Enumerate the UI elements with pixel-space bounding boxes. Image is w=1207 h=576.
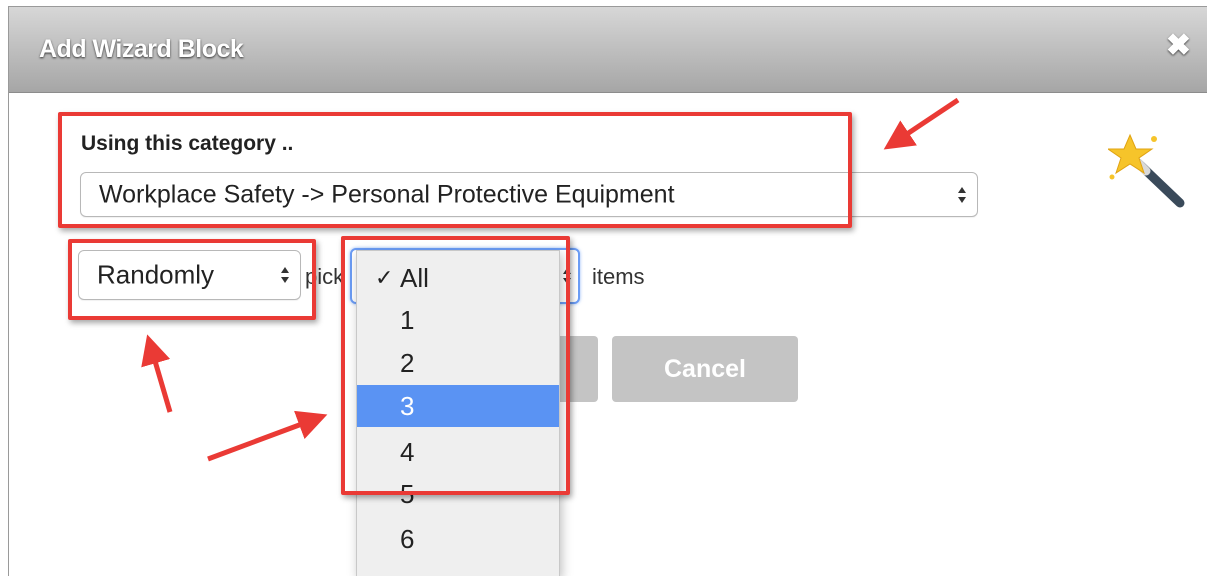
dropdown-option-label: 6 bbox=[400, 524, 415, 554]
dialog-title: Add Wizard Block bbox=[39, 35, 244, 63]
annotation-box-category bbox=[58, 112, 852, 228]
cancel-button[interactable]: Cancel bbox=[612, 336, 798, 402]
dropdown-option-6[interactable]: 6 bbox=[357, 518, 559, 560]
items-label: items bbox=[592, 264, 645, 289]
up-down-arrows-icon bbox=[958, 186, 966, 203]
annotation-box-count bbox=[341, 236, 570, 495]
annotation-box-mode bbox=[68, 239, 316, 320]
dialog-titlebar[interactable]: Add Wizard Block ✖ bbox=[9, 7, 1207, 93]
close-icon[interactable]: ✖ bbox=[1166, 31, 1191, 61]
magic-wand-icon bbox=[1108, 133, 1185, 208]
